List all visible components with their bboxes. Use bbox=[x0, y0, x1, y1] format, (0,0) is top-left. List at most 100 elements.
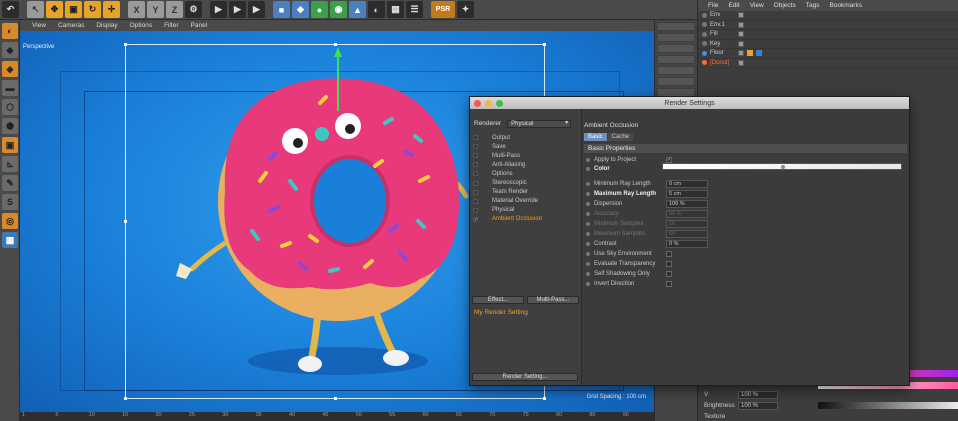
invert-direction-checkbox[interactable] bbox=[666, 280, 672, 287]
use-sky-checkbox[interactable] bbox=[666, 250, 672, 257]
visibility-toggle[interactable] bbox=[738, 31, 744, 38]
settings-item-ambient-occlusion[interactable]: ✓ Ambient Occlusion bbox=[470, 215, 582, 224]
accuracy-field[interactable]: 50 % bbox=[666, 209, 708, 218]
animate-icon[interactable] bbox=[586, 166, 590, 171]
visibility-toggle[interactable] bbox=[738, 50, 744, 57]
om-menu-view[interactable]: View bbox=[750, 2, 764, 9]
min-samples-field[interactable]: 10 bbox=[666, 219, 708, 228]
camera-icon[interactable]: ▦ bbox=[387, 1, 404, 18]
palette-slot[interactable] bbox=[657, 66, 695, 75]
z-axis-icon[interactable]: Z bbox=[166, 1, 183, 18]
tab-basic[interactable]: Basic bbox=[584, 133, 607, 141]
settings-checkbox[interactable] bbox=[473, 144, 478, 150]
settings-item-options[interactable]: Options bbox=[470, 169, 582, 178]
settings-item-team-render[interactable]: Team Render bbox=[470, 188, 582, 197]
animate-icon[interactable] bbox=[586, 221, 590, 226]
polygons-mode-icon[interactable]: ▣ bbox=[2, 137, 18, 153]
light-icon[interactable]: ☰ bbox=[406, 1, 423, 18]
psr-button[interactable]: PSR bbox=[431, 1, 455, 18]
settings-checkbox[interactable] bbox=[473, 135, 478, 141]
workplane-icon[interactable]: ▬ bbox=[2, 80, 18, 96]
om-menu-bookmarks[interactable]: Bookmarks bbox=[829, 2, 862, 9]
cube-icon[interactable]: ■ bbox=[273, 1, 290, 18]
visibility-toggle[interactable] bbox=[738, 40, 744, 47]
settings-item-material-override[interactable]: Material Override bbox=[470, 197, 582, 206]
scene-icon[interactable]: ◐ bbox=[368, 1, 385, 18]
snap-tool-icon[interactable]: S bbox=[2, 194, 18, 210]
animate-icon[interactable] bbox=[586, 281, 590, 286]
settings-checkbox[interactable] bbox=[473, 171, 478, 177]
self-shadowing-checkbox[interactable] bbox=[666, 270, 672, 277]
om-menu-edit[interactable]: Edit bbox=[728, 2, 739, 9]
settings-item-output[interactable]: Output bbox=[470, 133, 582, 142]
viewport-menu-view[interactable]: View bbox=[32, 22, 46, 29]
tab-cache[interactable]: Cache bbox=[607, 133, 634, 141]
viewport-menu-cameras[interactable]: Cameras bbox=[58, 22, 84, 29]
coordinate-system-icon[interactable]: ⚙ bbox=[185, 1, 202, 18]
dispersion-field[interactable]: 100 % bbox=[666, 199, 708, 208]
palette-slot[interactable] bbox=[657, 55, 695, 64]
deformer-icon[interactable]: ▲ bbox=[349, 1, 366, 18]
settings-item-antialiasing[interactable]: Anti-Aliasing bbox=[470, 160, 582, 169]
palette-slot[interactable] bbox=[657, 77, 695, 86]
points-mode-icon[interactable]: ⬡ bbox=[2, 99, 18, 115]
om-menu-file[interactable]: File bbox=[708, 2, 718, 9]
settings-item-multipass[interactable]: Multi-Pass bbox=[470, 151, 582, 160]
model-mode-icon[interactable]: ◆ bbox=[2, 42, 18, 58]
y-axis-arrow-icon[interactable] bbox=[334, 47, 342, 57]
animate-icon[interactable] bbox=[586, 231, 590, 236]
animate-icon[interactable] bbox=[586, 201, 590, 206]
array-icon[interactable]: ◉ bbox=[330, 1, 347, 18]
animate-icon[interactable] bbox=[586, 251, 590, 256]
live-select-icon[interactable]: ✛ bbox=[103, 1, 120, 18]
animate-icon[interactable] bbox=[586, 271, 590, 276]
max-samples-field[interactable]: 64 bbox=[666, 229, 708, 238]
planar-workplane-icon[interactable]: ▦ bbox=[2, 232, 18, 248]
max-ray-length-field[interactable]: 5 cm bbox=[666, 189, 708, 198]
move-tool-icon[interactable]: ✥ bbox=[46, 1, 63, 18]
animate-icon[interactable] bbox=[586, 211, 590, 216]
viewport-menu-options[interactable]: Options bbox=[130, 22, 152, 29]
edit-render-settings-icon[interactable]: ▶ bbox=[248, 1, 265, 18]
viewport-menu-panel[interactable]: Panel bbox=[191, 22, 208, 29]
animate-icon[interactable] bbox=[586, 191, 590, 196]
object-row[interactable]: Key bbox=[698, 40, 958, 49]
settings-checkbox[interactable] bbox=[473, 180, 478, 186]
rotate-tool-icon[interactable]: ↻ bbox=[84, 1, 101, 18]
settings-checkbox[interactable] bbox=[473, 198, 478, 204]
color-gradient-bar[interactable] bbox=[662, 163, 902, 170]
timeline-ruler[interactable]: 1 5 10 15 20 25 30 35 40 45 50 55 60 65 … bbox=[20, 412, 654, 421]
visibility-toggle[interactable] bbox=[738, 59, 744, 66]
evaluate-transparency-checkbox[interactable] bbox=[666, 260, 672, 267]
palette-slot[interactable] bbox=[657, 22, 695, 31]
scale-tool-icon[interactable]: ▣ bbox=[65, 1, 82, 18]
effect-button[interactable]: Effect... bbox=[472, 296, 524, 304]
snap-icon[interactable]: ✦ bbox=[457, 1, 474, 18]
settings-item-stereoscopic[interactable]: Stereoscopic bbox=[470, 178, 582, 187]
object-row[interactable]: Fill bbox=[698, 30, 958, 40]
multipass-button[interactable]: Multi-Pass... bbox=[527, 296, 579, 304]
render-picture-viewer-icon[interactable]: ▶ bbox=[229, 1, 246, 18]
visibility-toggle[interactable] bbox=[738, 12, 744, 19]
settings-checkbox[interactable] bbox=[473, 153, 478, 159]
settings-checkbox[interactable] bbox=[473, 189, 478, 195]
animate-icon[interactable] bbox=[586, 181, 590, 186]
undo-icon[interactable]: ↶ bbox=[2, 1, 19, 18]
brightness-field[interactable]: 100 % bbox=[738, 401, 778, 410]
palette-slot[interactable] bbox=[657, 44, 695, 53]
object-row[interactable]: Env.1 bbox=[698, 21, 958, 30]
settings-item-physical[interactable]: Physical bbox=[470, 206, 582, 215]
object-row[interactable]: Env bbox=[698, 11, 958, 21]
edges-mode-icon[interactable]: ⬢ bbox=[2, 118, 18, 134]
object-row[interactable]: [Donut] bbox=[698, 59, 958, 68]
y-axis-icon[interactable]: Y bbox=[147, 1, 164, 18]
brightness-slider[interactable] bbox=[818, 402, 958, 409]
x-axis-icon[interactable]: X bbox=[128, 1, 145, 18]
render-setting-button[interactable]: Render Setting... bbox=[472, 373, 578, 381]
texture-mode-icon[interactable]: ◈ bbox=[2, 61, 18, 77]
attr-v-field[interactable]: 100 % bbox=[738, 390, 778, 399]
locked-workplane-icon[interactable]: ◎ bbox=[2, 213, 18, 229]
om-menu-objects[interactable]: Objects bbox=[774, 2, 796, 9]
animate-icon[interactable] bbox=[586, 261, 590, 266]
settings-checkbox[interactable] bbox=[473, 162, 478, 168]
